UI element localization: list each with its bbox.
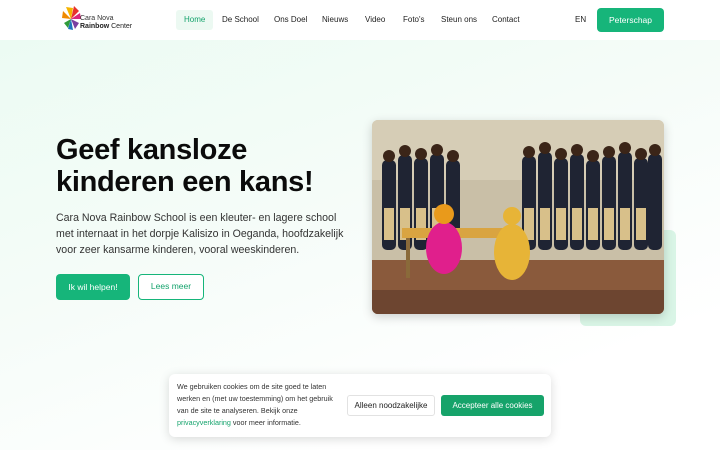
site-logo[interactable]: Cara Nova Rainbow Center [62,5,134,35]
nav-item-steun-ons[interactable]: Steun ons [441,10,477,30]
peterschap-button[interactable]: Peterschap [597,8,664,32]
hero-intro: Cara Nova Rainbow School is een kleuter-… [56,212,344,256]
necessary-cookies-button[interactable]: Alleen noodzakelijke [347,395,435,416]
language-switch[interactable]: EN [575,10,586,30]
hero-photo [372,120,664,314]
accept-all-cookies-button[interactable]: Accepteer alle cookies [441,395,544,416]
privacy-link[interactable]: privacyverklaring [177,418,231,427]
cookie-text: We gebruiken cookies om de site goed te … [177,382,333,427]
logo-line-1: Cara Nova [80,15,114,22]
nav-item-fotos[interactable]: Foto's [403,10,425,30]
nav-item-video[interactable]: Video [365,10,385,30]
cookie-banner: We gebruiken cookies om de site goed te … [169,374,551,437]
logo-line-2: Rainbow Center [80,23,133,30]
hero-headline: Geef kansloze kinderen een kans! [56,134,314,198]
read-more-button[interactable]: Lees meer [138,274,204,300]
nav-item-nieuws[interactable]: Nieuws [322,10,348,30]
nav-item-de-school[interactable]: De School [222,10,259,30]
rainbow-logo-icon [62,6,81,30]
nav-item-ons-doel[interactable]: Ons Doel [274,10,307,30]
nav-item-contact[interactable]: Contact [492,10,520,30]
site-header: Cara Nova Rainbow Center Home De School … [0,0,720,40]
help-button[interactable]: Ik wil helpen! [56,274,130,300]
nav-item-home[interactable]: Home [176,10,214,30]
